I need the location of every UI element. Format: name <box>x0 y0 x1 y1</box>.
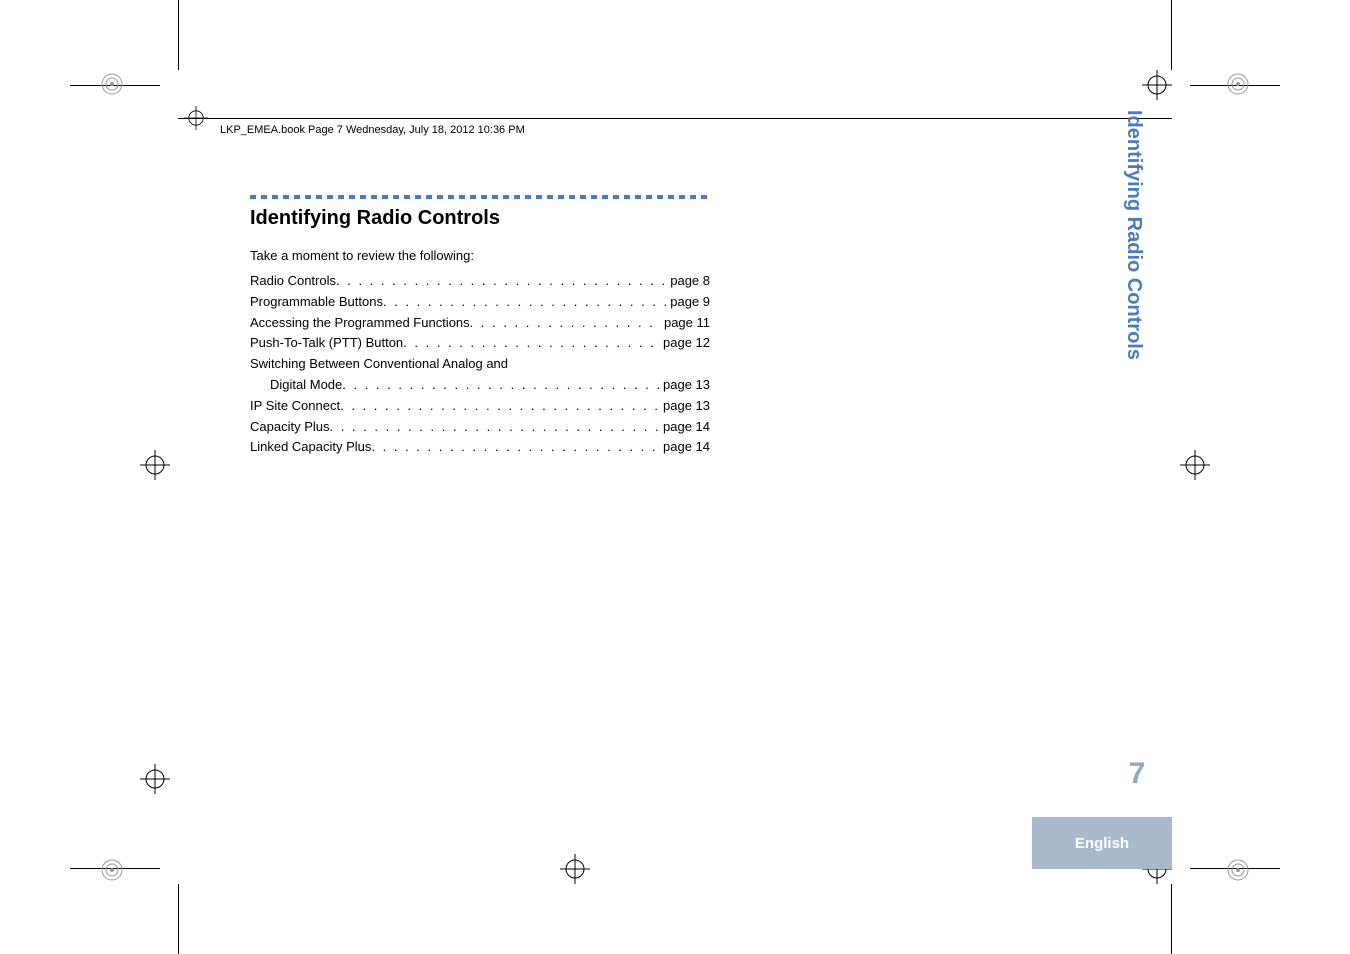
crosshair-icon <box>140 764 170 794</box>
toc-leader-dots <box>470 313 660 334</box>
header-rule <box>178 118 1172 119</box>
toc-entry: Capacity Plus page 14 <box>250 417 710 438</box>
toc-entry: Push-To-Talk (PTT) Button page 12 <box>250 333 710 354</box>
toc-page: page 14 <box>659 417 710 438</box>
toc-leader-dots <box>403 333 659 354</box>
toc-leader-dots <box>371 437 659 458</box>
toc-label: Linked Capacity Plus <box>250 437 371 458</box>
toc-label: Radio Controls <box>250 271 336 292</box>
table-of-contents: Radio Controlspage 8Programmable Buttons… <box>250 271 710 458</box>
toc-leader-dots <box>340 396 659 417</box>
toc-entry: Linked Capacity Plus page 14 <box>250 437 710 458</box>
toc-page: page 12 <box>659 333 710 354</box>
crop-mark <box>1171 0 1172 70</box>
section-intro: Take a moment to review the following: <box>250 248 710 263</box>
crop-mark <box>178 0 179 70</box>
registration-mark-icon <box>100 858 124 882</box>
toc-entry: Accessing the Programmed Functions page 1… <box>250 313 710 334</box>
registration-mark-icon <box>100 72 124 96</box>
toc-entry: Switching Between Conventional Analog an… <box>250 354 710 375</box>
toc-label: IP Site Connect <box>250 396 340 417</box>
crosshair-icon <box>560 854 590 884</box>
toc-label: Switching Between Conventional Analog an… <box>250 354 508 375</box>
toc-entry: Radio Controls page 8 <box>250 271 710 292</box>
crosshair-icon <box>1142 70 1172 100</box>
crosshair-icon <box>184 106 208 130</box>
toc-label: Accessing the Programmed Functions <box>250 313 470 334</box>
toc-page: page 11 <box>660 313 710 334</box>
toc-page: page 13 <box>659 375 710 396</box>
toc-page: page 9 <box>666 292 710 313</box>
page-number: 7 <box>1102 759 1172 789</box>
toc-entry: Programmable Buttons page 9 <box>250 292 710 313</box>
toc-label: Digital Mode <box>270 375 342 396</box>
content-area: Identifying Radio Controls Take a moment… <box>250 195 710 458</box>
toc-leader-dots <box>383 292 666 313</box>
registration-mark-icon <box>1226 858 1250 882</box>
toc-entry: Digital Mode page 13 <box>250 375 710 396</box>
crosshair-icon <box>1180 450 1210 480</box>
toc-page: page 8 <box>666 271 710 292</box>
toc-label: Capacity Plus <box>250 417 329 438</box>
language-box: English <box>1032 817 1172 869</box>
toc-label: Push-To-Talk (PTT) Button <box>250 333 403 354</box>
running-header: LKP_EMEA.book Page 7 Wednesday, July 18,… <box>220 124 525 136</box>
sidebar-section-title: Identifying Radio Controls <box>1122 110 1145 360</box>
crop-mark <box>178 884 179 954</box>
language-label: English <box>1075 835 1129 852</box>
page-number-box: 7 <box>1102 759 1172 817</box>
crop-mark <box>1171 884 1172 954</box>
toc-label: Programmable Buttons <box>250 292 383 313</box>
toc-leader-dots <box>336 271 666 292</box>
toc-leader-dots <box>329 417 659 438</box>
registration-mark-icon <box>1226 72 1250 96</box>
crosshair-icon <box>140 450 170 480</box>
toc-entry: IP Site Connect page 13 <box>250 396 710 417</box>
toc-page: page 13 <box>659 396 710 417</box>
toc-leader-dots <box>342 375 659 396</box>
toc-page: page 14 <box>659 437 710 458</box>
section-title: Identifying Radio Controls <box>250 207 710 230</box>
section-divider <box>250 195 710 199</box>
